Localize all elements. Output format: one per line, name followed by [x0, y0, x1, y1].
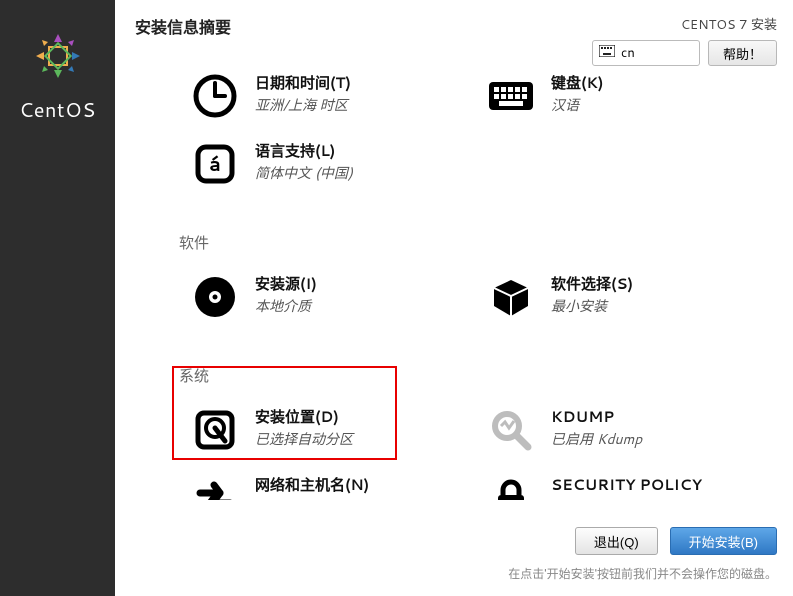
spoke-subtitle: 已启用 Kdump	[551, 429, 642, 449]
help-button[interactable]: 帮助！	[708, 40, 777, 66]
spoke-title: KDUMP	[551, 406, 642, 427]
footer-note: 在点击'开始安装'按钮前我们并不会操作您的磁盘。	[508, 565, 777, 582]
spoke-subtitle: 最小安装	[551, 296, 633, 316]
spoke-subtitle: 汉语	[551, 95, 603, 115]
spoke-source[interactable]: 安装源(I) 本地介质	[135, 267, 431, 335]
spoke-datetime[interactable]: 日期和时间(T) 亚洲/上海 时区	[135, 70, 431, 134]
spoke-title: SECURITY POLICY	[551, 474, 702, 495]
spoke-subtitle: 亚洲/上海 时区	[255, 95, 351, 115]
footer: 退出(Q) 开始安装(B) 在点击'开始安装'按钮前我们并不会操作您的磁盘。	[115, 517, 793, 596]
centos-logo	[30, 28, 86, 90]
spoke-keyboard[interactable]: 键盘(K) 汉语	[431, 70, 727, 134]
spoke-kdump[interactable]: KDUMP 已启用 Kdump	[431, 400, 727, 468]
language-icon: á	[191, 140, 239, 188]
spoke-subtitle: 已选择自动分区	[255, 429, 353, 449]
svg-text:á: á	[209, 150, 221, 178]
spoke-subtitle: No profile selected	[551, 497, 702, 500]
section-system-heading: 系统	[179, 365, 773, 386]
keyboard-icon	[599, 44, 615, 62]
network-icon	[191, 474, 239, 500]
spoke-title: 安装源(I)	[255, 273, 317, 294]
spoke-destination[interactable]: 安装位置(D) 已选择自动分区	[135, 400, 431, 468]
spoke-network[interactable]: 网络和主机名(N) 未连接	[135, 468, 431, 500]
spoke-software-selection[interactable]: 软件选择(S) 最小安装	[431, 267, 727, 335]
section-software-heading: 软件	[179, 232, 773, 253]
magnifier-icon	[487, 406, 535, 454]
sidebar: CentOS	[0, 0, 115, 596]
spoke-title: 语言支持(L)	[255, 140, 353, 161]
brand-text: CentOS	[19, 96, 96, 124]
lock-icon	[487, 474, 535, 500]
package-icon	[487, 273, 535, 321]
topbar-right: CENTOS 7 安装 cn 帮助！	[592, 14, 777, 66]
spoke-title: 安装位置(D)	[255, 406, 353, 427]
spoke-subtitle: 简体中文 (中国)	[255, 163, 353, 183]
spoke-title: 软件选择(S)	[551, 273, 633, 294]
spoke-security[interactable]: SECURITY POLICY No profile selected	[431, 468, 727, 500]
begin-install-button[interactable]: 开始安装(B)	[670, 527, 777, 555]
content: 日期和时间(T) 亚洲/上海 时区 键盘(K) 汉语 á 语言支持(L)	[115, 70, 793, 500]
spoke-title: 日期和时间(T)	[255, 72, 351, 93]
spoke-subtitle: 未连接	[255, 497, 369, 500]
spoke-title: 键盘(K)	[551, 72, 603, 93]
product-label: CENTOS 7 安装	[681, 14, 777, 34]
keyboard-indicator[interactable]: cn	[592, 40, 700, 66]
page-title: 安装信息摘要	[135, 14, 231, 39]
keyboard-layout-label: cn	[621, 44, 635, 62]
keyboard-icon	[487, 72, 535, 120]
topbar: 安装信息摘要 CENTOS 7 安装 cn 帮助！	[115, 0, 793, 70]
main-area: 安装信息摘要 CENTOS 7 安装 cn 帮助！ 日	[115, 0, 793, 596]
spoke-subtitle: 本地介质	[255, 296, 317, 316]
spoke-language[interactable]: á 语言支持(L) 简体中文 (中国)	[135, 134, 431, 202]
clock-icon	[191, 72, 239, 120]
disc-icon	[191, 273, 239, 321]
quit-button[interactable]: 退出(Q)	[575, 527, 658, 555]
disk-icon	[191, 406, 239, 454]
spoke-title: 网络和主机名(N)	[255, 474, 369, 495]
